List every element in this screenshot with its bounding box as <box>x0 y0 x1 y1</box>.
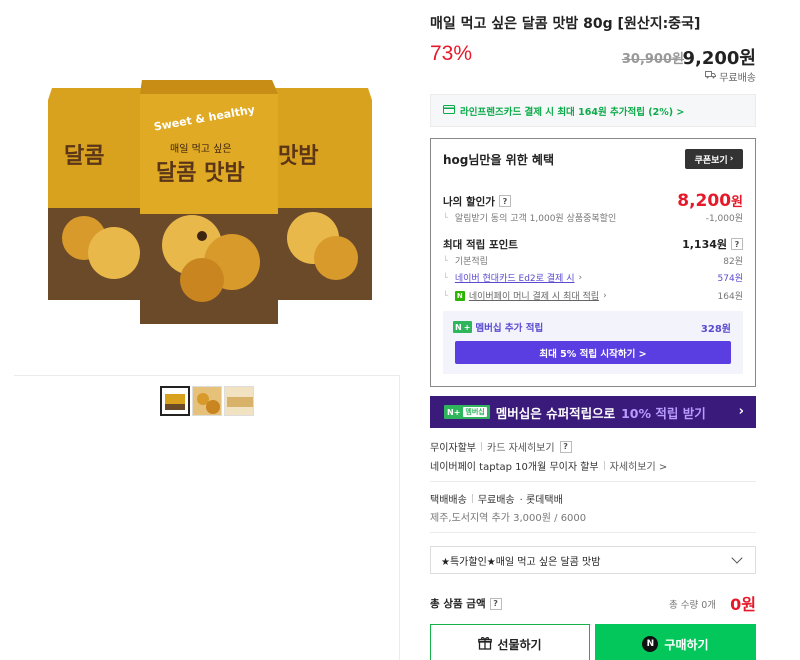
thumbnail-list <box>160 386 254 416</box>
delivery-info: 무료배송 <box>705 69 756 84</box>
section-divider <box>430 481 756 482</box>
section-divider <box>430 532 756 533</box>
max-points-row: 최대 적립 포인트 1,134원 ? <box>443 236 743 252</box>
total-label-group: 총 상품 금액 ? <box>430 596 502 611</box>
shipping-type: 택배배송 <box>430 495 467 506</box>
max-points-value: 1,134원 <box>682 238 727 251</box>
divider <box>603 461 605 470</box>
alert-discount-value: -1,000원 <box>705 214 743 224</box>
coupon-button-label: 쿠폰보기 <box>694 155 728 166</box>
package-top-text: 매일 먹고 싶은 <box>170 143 232 155</box>
membership-box: N + 멤버십 추가 적립 328원 최대 5% 적립 시작하기 > <box>443 311 743 374</box>
package-main-text: 달콤 맛밤 <box>156 161 245 186</box>
sale-price: 9,200원 <box>682 48 757 69</box>
npay-installment-text: 네이버페이 taptap 10개월 무이자 할부 <box>430 462 599 473</box>
help-icon[interactable]: ? <box>559 440 572 453</box>
credit-card-icon <box>443 104 455 117</box>
card-promo-banner[interactable]: 라인프렌즈카드 결제 시 최대 164원 추가적립 (2%) > <box>430 94 756 127</box>
basic-points-label: 기본적립 <box>443 254 488 267</box>
help-icon[interactable]: ? <box>498 195 511 207</box>
shipping-courier: · 롯데택배 <box>519 495 563 506</box>
my-discount-amount: 8,200원 <box>677 191 743 211</box>
thumbnail-1[interactable] <box>160 386 190 416</box>
membership-amount: 328원 <box>700 324 731 335</box>
original-price: 30,900원 <box>621 52 684 67</box>
chestnut-package-illustration: 맛밤 달콤 Sweet & healthy 매일 먹고 싶은 달콤 맛밤 <box>48 80 372 324</box>
total-label: 총 상품 금액 <box>430 598 486 610</box>
svg-text:달콤: 달콤 <box>64 144 104 169</box>
option-select[interactable]: ★특가할인★매일 먹고 싶은 달콤 맛밤 <box>430 546 756 574</box>
chevron-right-icon: › <box>578 272 583 283</box>
membership-start-button[interactable]: 최대 5% 적립 시작하기 > <box>455 341 731 364</box>
my-discount-label: 나의 할인가 <box>443 195 495 208</box>
npay-money-row[interactable]: N 네이버페이 머니 결제 시 최대 적립 › 164원 <box>443 289 743 302</box>
chevron-right-icon: › <box>603 290 607 301</box>
membership-label: 멤버십 추가 적립 <box>475 323 544 334</box>
alert-discount-label: 알림받기 동의 고객 1,000원 상품중복할인 <box>443 211 616 224</box>
super-membership-banner[interactable]: N+ 멤버십 멤버십은 슈퍼적립으로 10% 적립 받기 › <box>430 396 756 428</box>
hyundai-card-row[interactable]: 네이버 현대카드 Ed2로 결제 시› 574원 <box>443 271 743 285</box>
product-gallery: 맛밤 달콤 Sweet & healthy 매일 먹고 싶은 달콤 맛밤 <box>14 0 400 660</box>
divider <box>471 494 473 503</box>
gift-button[interactable]: 선물하기 <box>430 624 590 660</box>
benefit-box: hog님만을 위한 혜택 쿠폰보기 › 나의 할인가 ? 8,200원 알림받기… <box>430 138 756 387</box>
installment-detail-link[interactable]: 자세히보기 > <box>610 458 668 473</box>
coupon-view-button[interactable]: 쿠폰보기 › <box>685 149 743 169</box>
super-banner-text: 멤버십은 슈퍼적립으로 <box>495 405 616 421</box>
shipping-free: 무료배송 <box>477 495 515 506</box>
gift-button-label: 선물하기 <box>497 637 542 652</box>
delivery-text: 무료배송 <box>719 73 756 84</box>
product-main-image[interactable]: 맛밤 달콤 Sweet & healthy 매일 먹고 싶은 달콤 맛밤 <box>14 0 400 376</box>
gift-icon <box>478 636 493 653</box>
benefit-title: hog님만을 위한 혜택 <box>443 153 555 167</box>
installment-label: 무이자할부 <box>430 443 476 454</box>
total-price: 0원 <box>730 595 756 614</box>
nplus-icon: N + <box>453 321 473 333</box>
npay-money-value: 164원 <box>717 292 743 302</box>
option-selected-text: ★특가할인★매일 먹고 싶은 달콤 맛밤 <box>441 556 601 568</box>
my-discount-row: 나의 할인가 ? 8,200원 <box>443 191 743 211</box>
naverpay-n-icon: N <box>642 636 659 652</box>
alert-discount-row: 알림받기 동의 고객 1,000원 상품중복할인 -1,000원 <box>443 211 743 224</box>
buy-button-label: 구매하기 <box>664 637 709 652</box>
help-icon[interactable]: ? <box>489 597 502 610</box>
basic-points-row: 기본적립 82원 <box>443 254 743 267</box>
truck-icon <box>705 71 717 82</box>
thumbnail-2[interactable] <box>192 386 222 416</box>
total-quantity: 총 수량 0개 <box>668 600 716 611</box>
divider <box>481 442 482 451</box>
naverpay-icon: N <box>454 290 465 301</box>
shipping-extra: 제주,도서지역 추가 3,000원 / 6000 <box>430 513 587 524</box>
chevron-down-icon <box>731 552 743 564</box>
super-banner-highlight: 10% 적립 받기 <box>621 405 706 421</box>
help-icon[interactable]: ? <box>731 238 743 250</box>
nplus-membership-badge: N+ 멤버십 <box>444 405 490 419</box>
card-detail-link[interactable]: 카드 자세히보기 <box>487 439 555 454</box>
chevron-right-icon: › <box>738 404 744 419</box>
card-promo-text: 라인프렌즈카드 결제 시 최대 164원 추가적립 (2%) > <box>460 106 685 118</box>
product-title: 매일 먹고 싶은 달콤 맛밤 80g [원산지:중국] <box>430 16 701 32</box>
npay-money-link[interactable]: 네이버페이 머니 결제 시 최대 적립 <box>469 289 599 302</box>
basic-points-value: 82원 <box>723 257 743 267</box>
npay-installment-row: 네이버페이 taptap 10개월 무이자 할부 자세히보기 > <box>430 458 667 473</box>
thumbnail-3[interactable] <box>224 386 254 416</box>
shipping-row: 택배배송 무료배송 · 롯데택배 <box>430 491 563 506</box>
max-points-label: 최대 적립 포인트 <box>443 238 518 251</box>
svg-text:맛밤: 맛밤 <box>278 144 318 169</box>
discount-rate: 73% <box>430 42 473 65</box>
hyundai-card-value: 574원 <box>717 274 743 284</box>
hyundai-card-link[interactable]: 네이버 현대카드 Ed2로 결제 시 <box>455 271 575 284</box>
installment-row: 무이자할부 카드 자세히보기 ? <box>430 439 572 454</box>
chevron-right-icon: › <box>729 154 734 164</box>
buy-button[interactable]: N 구매하기 <box>595 624 756 660</box>
